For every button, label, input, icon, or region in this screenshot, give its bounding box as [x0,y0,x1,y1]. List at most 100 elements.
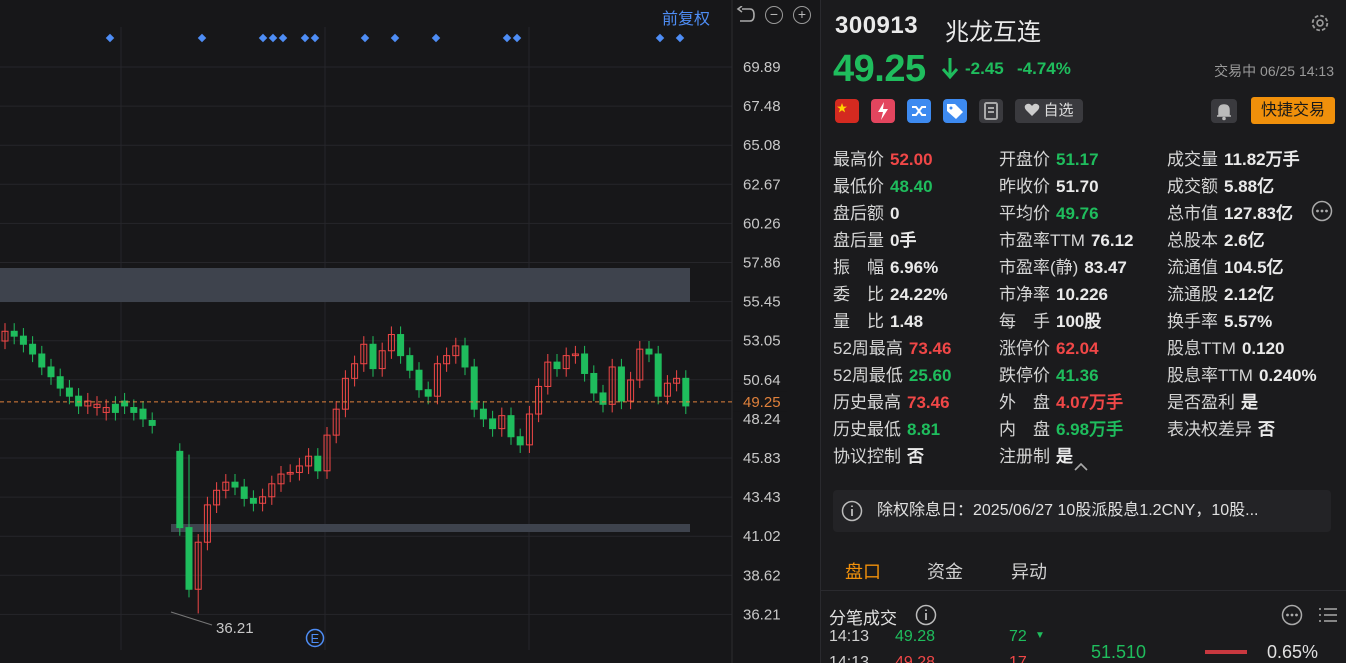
price-tick-label: 60.26 [743,215,781,232]
adjust-mode-button[interactable]: 前复权 [662,5,710,29]
quote-value: 62.04 [1056,339,1099,358]
candle-down [415,369,423,391]
quote-item: 是否盈利是 [1167,388,1258,413]
quote-item: 成交额 5.88亿 [1167,172,1274,197]
quote-label: 开盘价 [999,150,1050,169]
quote-item: 开盘价 51.17 [999,145,1099,170]
add-watchlist-button[interactable]: 自选 [1015,99,1083,123]
quote-item: 股息率TTM 0.240% [1167,361,1317,386]
quote-label: 内 盘 [999,420,1050,439]
price-tick-label: 67.48 [743,98,781,115]
quote-value: 否 [1258,420,1275,439]
collapse-icon[interactable] [1073,462,1089,472]
quote-label: 流通值 [1167,258,1218,277]
low-price-label: 36.21 [216,620,254,637]
price-tick-label: 57.86 [743,255,781,272]
more-icon[interactable] [1281,604,1303,626]
tab-orderbook[interactable]: 盘口 [845,558,881,584]
quote-label: 量 比 [833,312,884,331]
candle-down [581,353,589,374]
candle-down [479,408,487,420]
price-tick-label: 38.62 [743,567,781,584]
quote-item: 表决权差异否 [1167,415,1275,440]
quote-item: 最低价 48.40 [833,172,933,197]
gear-icon[interactable] [1309,12,1331,34]
quote-item: 注册制是 [999,442,1073,467]
quote-label: 市净率 [999,285,1050,304]
quote-item: 52周最高 73.46 [833,334,951,359]
quote-item: 跌停价 41.36 [999,361,1099,386]
quote-value: 51.70 [1056,177,1099,196]
candle-down [516,436,524,446]
quote-item: 换手率 5.57% [1167,307,1272,332]
zoom-in-icon[interactable]: + [793,6,811,24]
trading-status: 交易中 06/25 14:13 [1214,63,1334,79]
candle-down [130,407,138,413]
fast-trade-button[interactable]: 快捷交易 [1251,97,1335,124]
quote-value: 83.47 [1084,258,1127,277]
tick-trades-list: 14:13 49.28 72 ▼ 14:13 49.28 17 51.510 0… [821,628,1346,663]
quote-value: 1.48 [890,312,924,331]
quote-label: 每 手 [999,312,1050,331]
list-icon[interactable] [1317,604,1339,626]
quote-label: 最高价 [833,150,884,169]
current-price-label: 49.25 [743,394,781,411]
undo-icon[interactable] [736,6,756,24]
quote-label: 协议控制 [833,447,901,466]
candle-down [10,330,18,337]
tab-funds[interactable]: 资金 [927,558,963,584]
quote-label: 成交量 [1167,150,1218,169]
stock-code: 300913 [835,12,919,39]
quote-label: 历史最低 [833,420,901,439]
quote-value: 8.81 [907,420,941,439]
candle-down [406,355,414,371]
quote-value: 49.76 [1056,204,1099,223]
info-icon[interactable] [915,604,937,626]
last-price: 49.25 [833,48,926,90]
quote-label: 振 幅 [833,258,884,277]
resistance-zone [0,268,690,302]
quote-label: 市盈率TTM [999,231,1085,250]
quote-label: 52周最低 [833,366,903,385]
quote-value: 0手 [890,231,917,250]
price-change-pct: -4.74% [1017,59,1071,78]
quote-item: 振 幅 6.96% [833,253,938,278]
price-tick-label: 69.89 [743,59,781,76]
price-tick-label: 41.02 [743,528,781,545]
quote-value: 24.22% [890,285,948,304]
connect-icon[interactable] [907,99,931,123]
quote-label: 成交额 [1167,177,1218,196]
quote-label: 昨收价 [999,177,1050,196]
stock-name: 兆龙互连 [945,19,1041,46]
tab-movement[interactable]: 异动 [1011,558,1047,584]
zoom-out-icon[interactable]: − [765,6,783,24]
more-icon[interactable] [1311,200,1333,222]
quote-label: 总股本 [1167,231,1218,250]
quote-label: 平均价 [999,204,1050,223]
dividend-notice[interactable]: 除权除息日：2025/06/27 10股派股息1.2CNY，10股... [833,490,1331,532]
sell-arrow-icon: ▼ [1035,630,1045,641]
candle-down [470,366,478,410]
candle-down [139,408,147,420]
concept-tag-icon[interactable] [943,99,967,123]
report-icon[interactable] [979,99,1003,123]
quote-value: 6.98万手 [1056,420,1124,439]
quote-item: 股息TTM 0.120 [1167,334,1284,359]
candle-down [148,420,156,426]
quote-item: 平均价 49.76 [999,199,1099,224]
quote-item: 市净率 10.226 [999,280,1108,305]
quote-item: 涨停价 62.04 [999,334,1099,359]
quote-value: 4.07万手 [1056,393,1124,412]
quote-label: 市盈率(静) [999,258,1079,277]
quote-value: 51.17 [1056,150,1099,169]
quote-label: 52周最高 [833,339,903,358]
quote-value: 否 [907,447,924,466]
price-tick-label: 62.67 [743,176,781,193]
quote-label: 外 盘 [999,393,1050,412]
quote-value: 6.96% [890,258,939,277]
quote-label: 历史最高 [833,393,901,412]
margin-trading-icon[interactable] [871,99,895,123]
side-value: 51.510 [1091,642,1147,662]
kline-chart[interactable]: 36.21 E 69.89 67.48 65.08 62.67 60.26 57.86 55.… [0,0,820,663]
alert-bell-button[interactable] [1211,99,1237,123]
